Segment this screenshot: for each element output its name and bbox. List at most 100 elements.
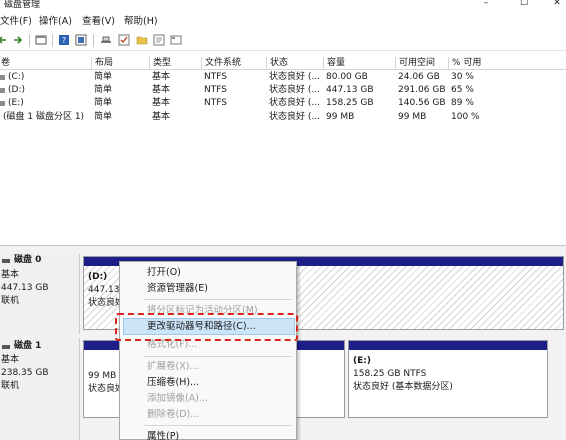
cell-type: 基本 <box>152 72 171 82</box>
cell-status: 状态良好 (... <box>269 98 320 108</box>
connect-icon[interactable] <box>100 34 112 46</box>
menu-item-add-mirror[interactable]: 添加镜像(A)... <box>147 392 208 405</box>
menu-item-delete[interactable]: 删除卷(D)... <box>147 408 199 421</box>
svg-text:?: ? <box>62 36 66 45</box>
toolbar: ? <box>0 31 566 51</box>
title-bar: 磁盘管理 – ☐ ✕ <box>0 0 566 12</box>
window-title: 磁盘管理 <box>4 0 41 10</box>
disk-0-status: 联机 <box>1 296 20 306</box>
back-icon[interactable] <box>0 34 8 46</box>
cell-status: 状态良好 (... <box>269 112 320 122</box>
partition-efi-size: 99 MB <box>88 371 117 381</box>
cell-volume: (E:) <box>8 98 24 108</box>
view-icon[interactable] <box>170 34 182 46</box>
disk-icon <box>2 345 10 349</box>
search-icon[interactable] <box>153 34 165 46</box>
cell-volume: (C:) <box>8 72 25 82</box>
header-layout[interactable]: 布局 <box>91 57 148 69</box>
cell-percent-free: 65 % <box>451 85 474 95</box>
header-filesystem[interactable]: 文件系统 <box>201 57 266 69</box>
table-row[interactable]: (E:) 简单 基本 NTFS 状态良好 (... 158.25 GB 140.… <box>0 97 566 110</box>
disk-0-size: 447.13 GB <box>1 283 49 293</box>
disk-1-type: 基本 <box>1 355 20 365</box>
disk-0-type: 基本 <box>1 270 20 280</box>
cell-layout: 简单 <box>94 112 113 122</box>
cell-percent-free: 30 % <box>451 72 474 82</box>
disk-0-label[interactable]: 磁盘 0 基本 447.13 GB 联机 <box>0 254 80 334</box>
check-icon[interactable] <box>118 34 130 46</box>
cell-layout: 简单 <box>94 98 113 108</box>
table-row[interactable]: (磁盘 1 磁盘分区 1) 简单 基本 状态良好 (... 99 MB 99 M… <box>0 111 566 124</box>
menu-bar: 文件(F) 操作(A) 查看(V) 帮助(H) <box>0 14 566 30</box>
header-status[interactable]: 状态 <box>266 57 323 69</box>
menu-separator <box>144 299 292 300</box>
folder-icon[interactable] <box>136 34 148 46</box>
close-button[interactable]: ✕ <box>549 0 565 8</box>
menu-action[interactable]: 操作(A) <box>39 16 72 28</box>
minimize-button[interactable]: – <box>478 0 494 8</box>
disk-1-name: 磁盘 1 <box>14 341 42 351</box>
volume-table-header: 卷 布局 类型 文件系统 状态 容量 可用空间 % 可用 <box>0 56 566 70</box>
partition-e-name: (E:) <box>353 356 371 366</box>
annotation-highlight-box <box>115 313 298 341</box>
header-free-space[interactable]: 可用空间 <box>395 57 448 69</box>
partition-e-status: 状态良好 (基本数据分区) <box>353 382 453 392</box>
partition-d-size: 447.13 <box>88 285 120 295</box>
cell-layout: 简单 <box>94 85 113 95</box>
cell-percent-free: 89 % <box>451 98 474 108</box>
disk-icon <box>2 259 10 263</box>
help-icon[interactable]: ? <box>58 34 70 46</box>
table-row[interactable]: (D:) 简单 基本 NTFS 状态良好 (... 447.13 GB 291.… <box>0 84 566 97</box>
menu-view[interactable]: 查看(V) <box>82 16 115 28</box>
cell-capacity: 80.00 GB <box>326 72 368 82</box>
properties-icon[interactable] <box>35 34 47 46</box>
cell-type: 基本 <box>152 85 171 95</box>
toolbar-separator <box>93 34 94 47</box>
cell-type: 基本 <box>152 98 171 108</box>
cell-free-space: 291.06 GB <box>398 85 446 95</box>
cell-capacity: 158.25 GB <box>326 98 374 108</box>
show-hide-icon[interactable] <box>75 34 87 46</box>
partition-e[interactable]: (E:) 158.25 GB NTFS 状态良好 (基本数据分区) <box>348 340 548 418</box>
disk-0-name: 磁盘 0 <box>14 255 42 265</box>
cell-volume: (D:) <box>8 85 25 95</box>
forward-icon[interactable] <box>12 34 24 46</box>
partition-bar <box>349 341 547 350</box>
maximize-button[interactable]: ☐ <box>516 0 532 8</box>
toolbar-separator <box>52 34 53 47</box>
table-row[interactable]: (C:) 简单 基本 NTFS 状态良好 (... 80.00 GB 24.06… <box>0 71 566 84</box>
disk-1-size: 238.35 GB <box>1 368 49 378</box>
cell-filesystem: NTFS <box>204 72 227 82</box>
context-menu: 打开(O) 资源管理器(E) 将分区标记为活动分区(M) 更改驱动器号和路径(C… <box>119 261 297 440</box>
cell-free-space: 99 MB <box>398 112 427 122</box>
header-type[interactable]: 类型 <box>149 57 201 69</box>
disk-1-status: 联机 <box>1 381 20 391</box>
menu-separator <box>144 425 292 426</box>
menu-separator <box>144 356 292 357</box>
menu-file[interactable]: 文件(F) <box>0 16 32 28</box>
menu-item-open[interactable]: 打开(O) <box>147 266 181 279</box>
cell-volume: (磁盘 1 磁盘分区 1) <box>3 112 85 122</box>
cell-free-space: 140.56 GB <box>398 98 446 108</box>
cell-status: 状态良好 (... <box>269 72 320 82</box>
header-percent-free[interactable]: % 可用 <box>448 57 508 69</box>
menu-item-shrink[interactable]: 压缩卷(H)... <box>147 376 199 389</box>
cell-filesystem: NTFS <box>204 85 227 95</box>
cell-filesystem: NTFS <box>204 98 227 108</box>
cell-type: 基本 <box>152 112 171 122</box>
menu-item-explorer[interactable]: 资源管理器(E) <box>147 282 208 295</box>
toolbar-separator <box>29 34 30 47</box>
cell-percent-free: 100 % <box>451 112 480 122</box>
cell-capacity: 447.13 GB <box>326 85 374 95</box>
disk-1-label[interactable]: 磁盘 1 基本 238.35 GB 联机 <box>0 338 80 440</box>
cell-capacity: 99 MB <box>326 112 355 122</box>
partition-e-size: 158.25 GB NTFS <box>353 369 427 379</box>
menu-item-properties[interactable]: 属性(P) <box>147 430 179 440</box>
menu-item-extend[interactable]: 扩展卷(X)... <box>147 360 198 373</box>
cell-layout: 简单 <box>94 72 113 82</box>
partition-d-name: (D:) <box>88 272 108 282</box>
cell-free-space: 24.06 GB <box>398 72 440 82</box>
header-volume[interactable]: 卷 <box>0 57 88 69</box>
menu-help[interactable]: 帮助(H) <box>124 16 158 28</box>
header-capacity[interactable]: 容量 <box>323 57 395 69</box>
